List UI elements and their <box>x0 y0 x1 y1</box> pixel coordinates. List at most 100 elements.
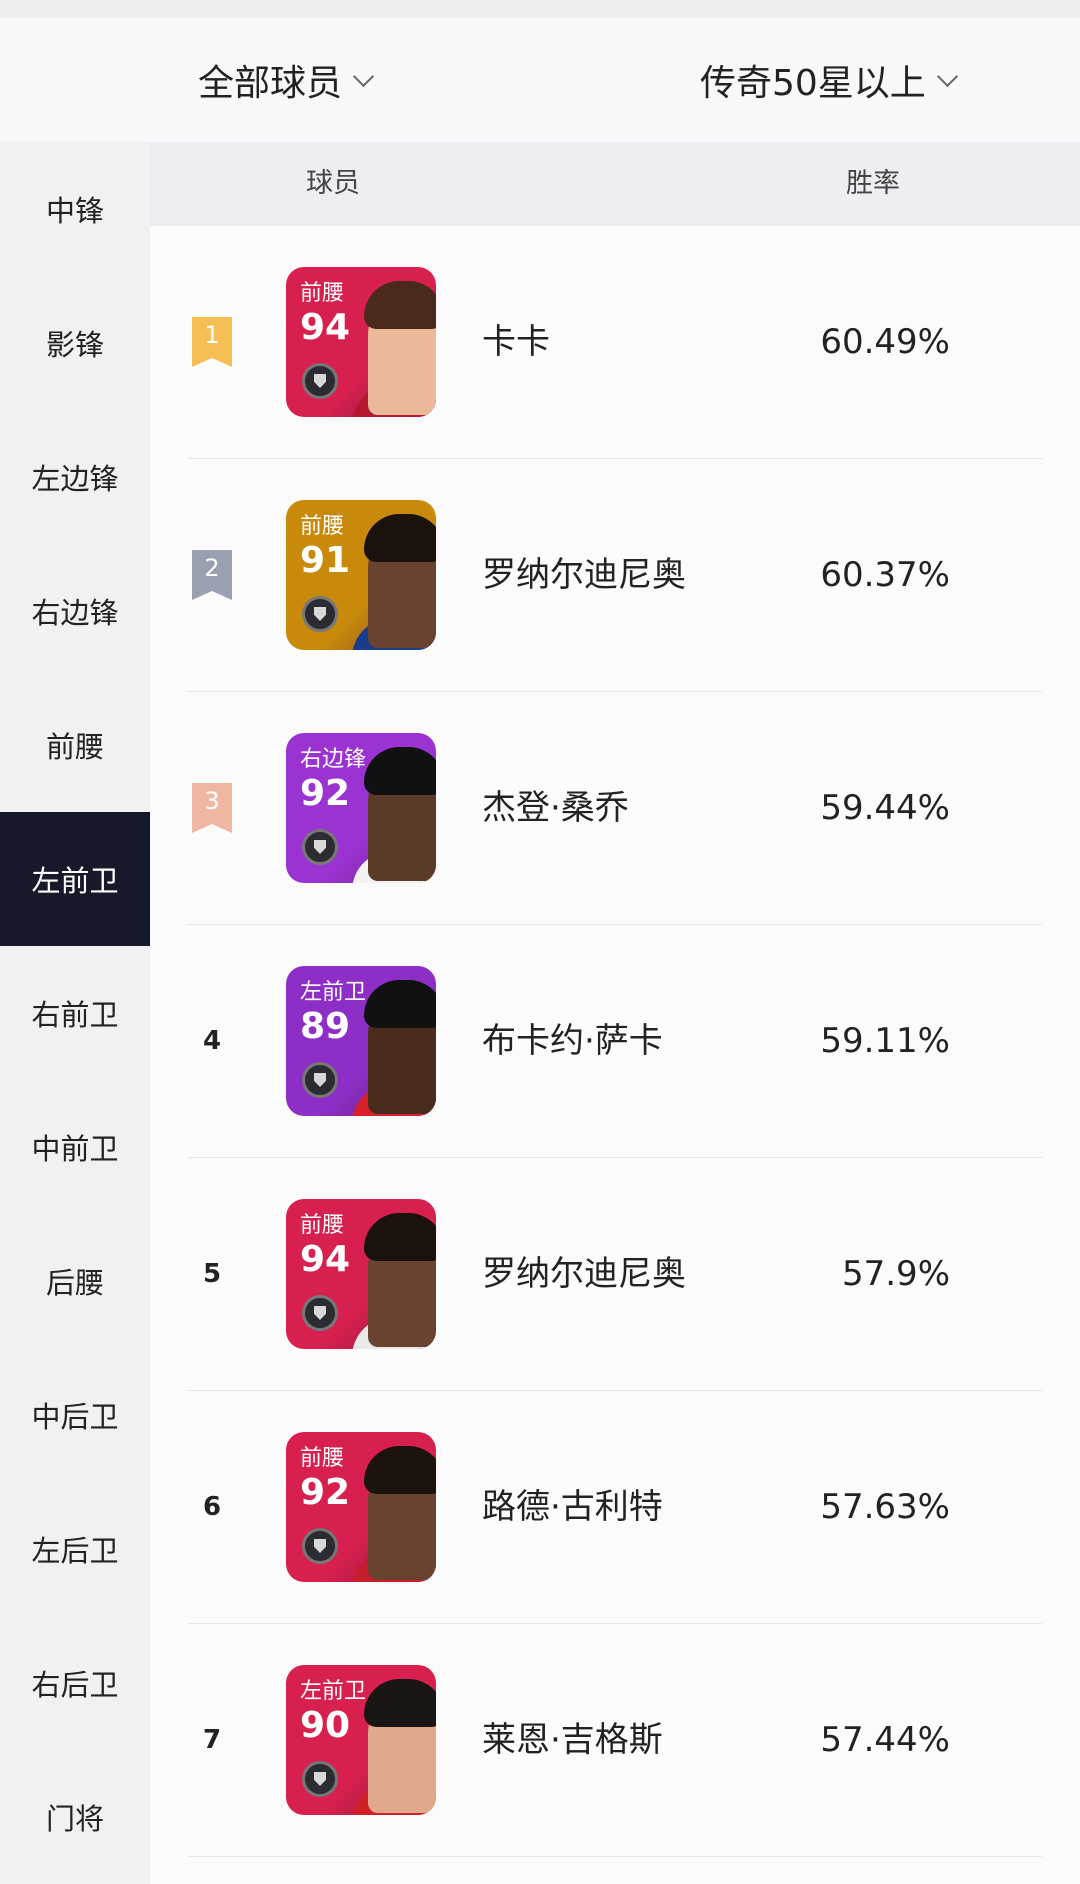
rank-cell: 6 <box>192 1391 232 1623</box>
player-portrait-hair <box>364 281 436 329</box>
player-card[interactable]: 左前卫 90 <box>286 1665 436 1815</box>
card-filter-label: 传奇50星以上 <box>700 63 926 104</box>
win-rate: 59.11% <box>820 1021 950 1061</box>
rank-cell: 5 <box>192 1158 232 1390</box>
chevron-down-icon <box>352 65 375 87</box>
sidebar-item-position[interactable]: 右后卫 <box>0 1616 150 1750</box>
player-name: 莱恩·吉格斯 <box>482 1720 663 1760</box>
rank-cell: 1 <box>192 226 232 458</box>
player-portrait-hair <box>364 1213 436 1261</box>
player-card[interactable]: 左前卫 89 <box>286 966 436 1116</box>
player-portrait-hair <box>364 980 436 1028</box>
sidebar-item-position[interactable]: 影锋 <box>0 276 150 410</box>
filter-bar: 全部球员 传奇50星以上 <box>0 18 1080 142</box>
card-rating: 91 <box>300 540 351 581</box>
column-header-win-rate: 胜率 <box>846 168 900 199</box>
card-rating: 94 <box>300 1239 351 1280</box>
win-rate: 57.9% <box>841 1254 950 1294</box>
sidebar-item-position[interactable]: 门将 <box>0 1750 150 1884</box>
player-card[interactable]: 前腰 94 <box>286 1199 436 1349</box>
rank-cell: 4 <box>192 925 232 1157</box>
rank-number: 7 <box>202 1725 222 1755</box>
card-position: 前腰 <box>300 514 345 539</box>
rank-cell: 7 <box>192 1624 232 1856</box>
club-badge-icon <box>302 1062 338 1098</box>
card-rating: 89 <box>300 1006 351 1047</box>
rank-number: 5 <box>202 1259 222 1289</box>
club-badge-icon <box>302 1528 338 1564</box>
player-name: 布卡约·萨卡 <box>482 1021 663 1061</box>
card-rating: 92 <box>300 1472 351 1513</box>
card-rating: 90 <box>300 1705 351 1746</box>
rank-number: 2 <box>204 554 220 582</box>
sidebar-item-position[interactable]: 左边锋 <box>0 410 150 544</box>
player-scope-label: 全部球员 <box>198 63 343 104</box>
win-rate: 57.63% <box>820 1487 950 1527</box>
club-badge-icon <box>302 363 338 399</box>
rank-cell: 3 <box>192 692 232 924</box>
player-portrait-hair <box>364 1679 436 1727</box>
player-name: 杰登·桑乔 <box>482 788 629 828</box>
position-sidebar: 中锋 影锋 左边锋 右边锋 前腰 左前卫 右前卫 中前卫 后腰 中后卫 左后卫 右后卫 门将 <box>0 142 150 1884</box>
sidebar-item-position[interactable]: 中锋 <box>0 142 150 276</box>
player-name: 路德·古利特 <box>482 1487 663 1527</box>
sidebar-item-position[interactable]: 后腰 <box>0 1214 150 1348</box>
player-card[interactable]: 前腰 91 <box>286 500 436 650</box>
table-row[interactable]: 4 左前卫 89 布卡约·萨卡 59.11% <box>188 925 1042 1158</box>
win-rate: 59.44% <box>820 788 950 828</box>
card-position: 前腰 <box>300 1446 345 1471</box>
player-portrait-hair <box>364 514 436 562</box>
rank-medal-icon: 1 <box>192 317 232 367</box>
table-row[interactable]: 5 前腰 94 罗纳尔迪尼奥 57.9% <box>188 1158 1042 1391</box>
player-card[interactable]: 右边锋 92 <box>286 733 436 883</box>
sidebar-item-position[interactable]: 中前卫 <box>0 1080 150 1214</box>
player-portrait-hair <box>364 1446 436 1494</box>
player-scope-dropdown[interactable]: 全部球员 <box>198 18 375 142</box>
table-row[interactable]: 1 前腰 94 卡卡 60.49% <box>188 226 1042 459</box>
card-filter-dropdown[interactable]: 传奇50星以上 <box>700 18 958 142</box>
sidebar-item-position[interactable]: 右边锋 <box>0 544 150 678</box>
card-position: 前腰 <box>300 281 345 306</box>
card-rating: 94 <box>300 307 351 348</box>
club-badge-icon <box>302 596 338 632</box>
player-name: 罗纳尔迪尼奥 <box>482 555 686 595</box>
column-header-player: 球员 <box>306 168 360 199</box>
card-rating: 92 <box>300 773 351 814</box>
card-position: 右边锋 <box>300 747 367 772</box>
rank-number: 4 <box>202 1026 222 1056</box>
rank-number: 3 <box>204 787 220 815</box>
card-position: 左前卫 <box>300 980 367 1005</box>
rank-medal-icon: 3 <box>192 783 232 833</box>
player-portrait-hair <box>364 747 436 795</box>
table-row[interactable]: 7 左前卫 90 莱恩·吉格斯 57.44% <box>188 1624 1042 1857</box>
win-rate: 60.49% <box>820 322 950 362</box>
sidebar-item-position[interactable]: 前腰 <box>0 678 150 812</box>
table-row[interactable]: 2 前腰 91 罗纳尔迪尼奥 60.37% <box>188 459 1042 692</box>
club-badge-icon <box>302 829 338 865</box>
win-rate: 60.37% <box>820 555 950 595</box>
card-position: 前腰 <box>300 1213 345 1238</box>
rank-number: 6 <box>202 1492 222 1522</box>
player-card[interactable]: 前腰 94 <box>286 267 436 417</box>
rank-number: 1 <box>204 321 220 349</box>
sidebar-item-position[interactable]: 左后卫 <box>0 1482 150 1616</box>
player-card[interactable]: 前腰 92 <box>286 1432 436 1582</box>
rank-medal-icon: 2 <box>192 550 232 600</box>
player-name: 罗纳尔迪尼奥 <box>482 1254 686 1294</box>
sidebar-item-position[interactable]: 右前卫 <box>0 946 150 1080</box>
chevron-down-icon <box>936 65 958 87</box>
club-badge-icon <box>302 1761 338 1797</box>
player-name: 卡卡 <box>482 322 550 362</box>
table-header: 球员 胜率 <box>150 142 1080 226</box>
table-row[interactable]: 6 前腰 92 路德·古利特 57.63% <box>188 1391 1042 1624</box>
club-badge-icon <box>302 1295 338 1331</box>
rank-cell: 2 <box>192 459 232 691</box>
sidebar-item-position[interactable]: 左前卫 <box>0 812 150 946</box>
ranking-table: 球员 胜率 1 前腰 94 卡卡 60.49% 2 前腰 91 罗纳尔迪尼奥 60.37% 3 右边锋… <box>150 142 1080 1884</box>
win-rate: 57.44% <box>820 1720 950 1760</box>
card-position: 左前卫 <box>300 1679 367 1704</box>
table-row[interactable]: 3 右边锋 92 杰登·桑乔 59.44% <box>188 692 1042 925</box>
status-strip <box>0 0 1080 18</box>
sidebar-item-position[interactable]: 中后卫 <box>0 1348 150 1482</box>
table-body: 1 前腰 94 卡卡 60.49% 2 前腰 91 罗纳尔迪尼奥 60.37% 3 右边锋 92 杰登·桑… <box>150 226 1080 1857</box>
